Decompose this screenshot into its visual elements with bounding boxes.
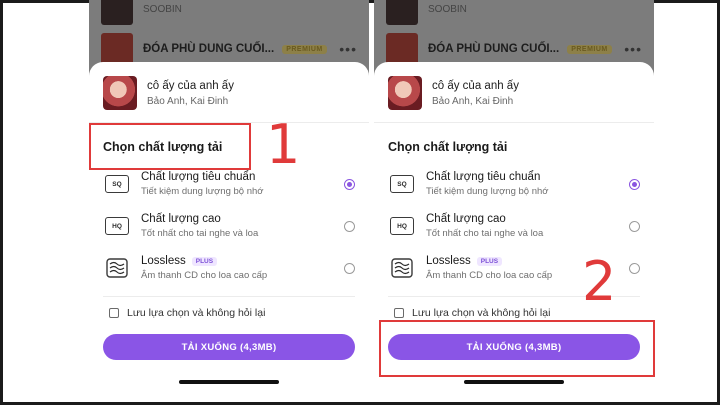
divider (103, 296, 355, 297)
quality-option-high[interactable]: HQ Chất lượng cao Tốt nhất cho tai nghe … (103, 210, 355, 242)
step1-number: 1 (266, 113, 301, 176)
radio-unselected[interactable] (629, 220, 640, 232)
quality-option-lossless[interactable]: Lossless PLUS Âm thanh CD cho loa cao cấ… (103, 252, 355, 284)
home-indicator (464, 380, 564, 384)
song-artist: Bảo Anh, Kai Đinh (432, 95, 514, 107)
step1-highlight-box (89, 123, 251, 170)
divider (374, 122, 654, 123)
radio-selected[interactable] (629, 178, 640, 190)
quality-option-standard[interactable]: SQ Chất lượng tiêu chuẩn Tiết kiệm dung … (103, 168, 355, 200)
background-artist: SOOBIN (428, 3, 467, 15)
option-description: Tiết kiệm dung lượng bộ nhớ (426, 186, 549, 197)
download-button[interactable]: TẢI XUỐNG (4,3MB) (103, 334, 355, 360)
background-artist: SOOBIN (143, 3, 182, 15)
quality-option-high[interactable]: HQ Chất lượng cao Tốt nhất cho tai nghe … (388, 210, 640, 242)
option-label: Chất lượng cao (426, 213, 506, 225)
more-icon: ••• (339, 41, 357, 57)
step2-highlight-box (379, 320, 655, 377)
option-description: Tốt nhất cho tai nghe và loa (426, 228, 544, 239)
song-title: cô ấy của anh ấy (147, 79, 234, 92)
song-header: cô ấy của anh ấy Bảo Anh, Kai Đinh (388, 76, 519, 110)
option-label: Lossless (141, 255, 186, 267)
lossless-wave-icon (105, 258, 129, 278)
song-artist: Bảo Anh, Kai Đinh (147, 95, 229, 107)
radio-unselected[interactable] (344, 220, 355, 232)
download-quality-sheet: cô ấy của anh ấy Bảo Anh, Kai Đinh Chọn … (89, 62, 369, 392)
option-description: Tiết kiệm dung lượng bộ nhớ (141, 186, 264, 197)
phone-screen-left: SOOBIN ĐÓA PHÙ DUNG CUỐI... PREMIUM ••• … (89, 0, 369, 392)
background-song-row: SOOBIN (101, 0, 369, 30)
option-label: Chất lượng tiêu chuẩn (426, 171, 541, 183)
remember-checkbox[interactable] (109, 308, 119, 318)
option-label-row: Lossless PLUS (141, 255, 344, 267)
option-label: Chất lượng cao (141, 213, 221, 225)
home-indicator (179, 380, 279, 384)
background-thumbnail (386, 33, 418, 65)
remember-checkbox[interactable] (394, 308, 404, 318)
hq-icon: HQ (105, 217, 129, 235)
plus-badge: PLUS (191, 256, 218, 266)
sq-icon: SQ (390, 175, 414, 193)
radio-unselected[interactable] (344, 262, 355, 274)
radio-selected[interactable] (344, 178, 355, 190)
remember-choice[interactable]: Lưu lựa chọn và không hỏi lại (109, 307, 265, 319)
album-cover (388, 76, 422, 110)
option-description: Tốt nhất cho tai nghe và loa (141, 228, 259, 239)
option-description: Âm thanh CD cho loa cao cấp (141, 270, 268, 281)
album-cover (103, 76, 137, 110)
plus-badge: PLUS (476, 256, 503, 266)
step2-number: 2 (582, 250, 617, 313)
remember-label: Lưu lựa chọn và không hỏi lại (127, 307, 266, 319)
option-label: Lossless (426, 255, 471, 267)
background-thumbnail (386, 0, 418, 25)
sq-icon: SQ (105, 175, 129, 193)
background-song-row: SOOBIN (386, 0, 654, 30)
background-song-title: ĐÓA PHÙ DUNG CUỐI... (428, 43, 560, 55)
lossless-wave-icon (390, 258, 414, 278)
song-title: cô ấy của anh ấy (432, 79, 519, 92)
quality-option-standard[interactable]: SQ Chất lượng tiêu chuẩn Tiết kiệm dung … (388, 168, 640, 200)
background-song-title: ĐÓA PHÙ DUNG CUỐI... (143, 43, 275, 55)
remember-label: Lưu lựa chọn và không hỏi lại (412, 307, 551, 319)
premium-badge: PREMIUM (282, 44, 327, 54)
more-icon: ••• (624, 41, 642, 57)
background-thumbnail (101, 0, 133, 25)
option-label: Chất lượng tiêu chuẩn (141, 171, 256, 183)
hq-icon: HQ (390, 217, 414, 235)
background-thumbnail (101, 33, 133, 65)
radio-unselected[interactable] (629, 262, 640, 274)
section-title: Chọn chất lượng tải (388, 140, 508, 154)
song-header: cô ấy của anh ấy Bảo Anh, Kai Đinh (103, 76, 234, 110)
premium-badge: PREMIUM (567, 44, 612, 54)
remember-choice[interactable]: Lưu lựa chọn và không hỏi lại (394, 307, 550, 319)
